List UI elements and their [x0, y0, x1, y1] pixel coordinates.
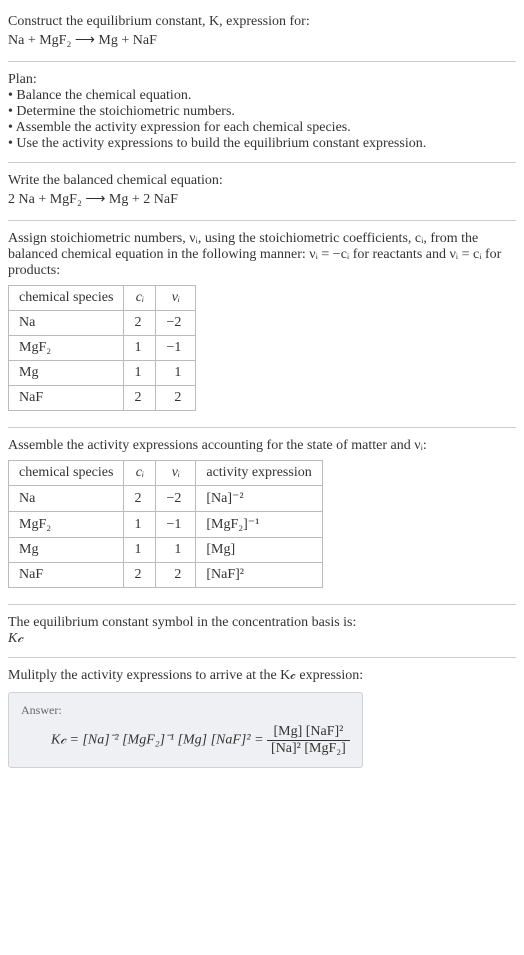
col-vi: νᵢ	[156, 286, 196, 311]
divider	[8, 220, 516, 221]
stoich-table: chemical species cᵢ νᵢ Na 2 −2 MgF₂ 1 −1…	[8, 285, 196, 411]
col-ci: cᵢ	[124, 286, 156, 311]
cell-species: NaF	[9, 563, 124, 588]
cell-vi: −1	[156, 336, 196, 361]
table-header-row: chemical species cᵢ νᵢ	[9, 286, 196, 311]
cell-vi: −2	[156, 486, 196, 512]
cell-activity: [Na]⁻²	[196, 486, 322, 512]
plan-item: • Determine the stoichiometric numbers.	[8, 104, 516, 120]
activity-table: chemical species cᵢ νᵢ activity expressi…	[8, 460, 323, 588]
divider	[8, 657, 516, 658]
cell-vi: 1	[156, 538, 196, 563]
cell-species: Mg	[9, 361, 124, 386]
plan-section: Plan: • Balance the chemical equation. •…	[8, 66, 516, 158]
table-row: NaF 2 2 [NaF]²	[9, 563, 323, 588]
divider	[8, 162, 516, 163]
stoich-section: Assign stoichiometric numbers, νᵢ, using…	[8, 225, 516, 423]
header-section: Construct the equilibrium constant, K, e…	[8, 8, 516, 57]
kc-expression: K𝒸 = [Na]⁻² [MgF₂]⁻¹ [Mg] [NaF]² = [Mg] …	[21, 724, 350, 757]
cell-ci: 1	[124, 361, 156, 386]
table-row: Mg 1 1	[9, 361, 196, 386]
table-row: MgF₂ 1 −1 [MgF₂]⁻¹	[9, 512, 323, 538]
cell-vi: 2	[156, 563, 196, 588]
cell-vi: −1	[156, 512, 196, 538]
cell-activity: [NaF]²	[196, 563, 322, 588]
cell-ci: 1	[124, 512, 156, 538]
cell-species: Mg	[9, 538, 124, 563]
kc-symbol-section: The equilibrium constant symbol in the c…	[8, 609, 516, 653]
cell-ci: 2	[124, 386, 156, 411]
cell-vi: −2	[156, 311, 196, 336]
col-activity: activity expression	[196, 461, 322, 486]
cell-species: MgF₂	[9, 336, 124, 361]
activity-intro: Assemble the activity expressions accoun…	[8, 438, 516, 454]
cell-ci: 2	[124, 486, 156, 512]
balanced-equation: 2 Na + MgF₂ ⟶ Mg + 2 NaF	[8, 189, 516, 210]
table-header-row: chemical species cᵢ νᵢ activity expressi…	[9, 461, 323, 486]
unbalanced-equation: Na + MgF₂ ⟶ Mg + NaF	[8, 30, 516, 51]
plan-item: • Assemble the activity expression for e…	[8, 120, 516, 136]
cell-ci: 1	[124, 336, 156, 361]
activity-section: Assemble the activity expressions accoun…	[8, 432, 516, 600]
balanced-title: Write the balanced chemical equation:	[8, 173, 516, 189]
col-ci: cᵢ	[124, 461, 156, 486]
divider	[8, 427, 516, 428]
table-row: NaF 2 2	[9, 386, 196, 411]
table-row: MgF₂ 1 −1	[9, 336, 196, 361]
plan-item: • Balance the chemical equation.	[8, 88, 516, 104]
table-row: Na 2 −2 [Na]⁻²	[9, 486, 323, 512]
kc-symbol: K𝒸	[8, 631, 516, 647]
cell-ci: 2	[124, 563, 156, 588]
kc-intro: The equilibrium constant symbol in the c…	[8, 615, 516, 631]
table-row: Mg 1 1 [Mg]	[9, 538, 323, 563]
kc-lhs: K𝒸 = [Na]⁻² [MgF₂]⁻¹ [Mg] [NaF]² =	[51, 733, 267, 748]
fraction-numerator: [Mg] [NaF]²	[267, 724, 350, 741]
page-title: Construct the equilibrium constant, K, e…	[8, 14, 516, 30]
cell-vi: 2	[156, 386, 196, 411]
cell-ci: 2	[124, 311, 156, 336]
fraction-denominator: [Na]² [MgF₂]	[267, 741, 350, 757]
stoich-intro: Assign stoichiometric numbers, νᵢ, using…	[8, 231, 516, 279]
divider	[8, 61, 516, 62]
cell-species: MgF₂	[9, 512, 124, 538]
answer-box: Answer: K𝒸 = [Na]⁻² [MgF₂]⁻¹ [Mg] [NaF]²…	[8, 692, 363, 768]
plan-item: • Use the activity expressions to build …	[8, 136, 516, 152]
col-vi: νᵢ	[156, 461, 196, 486]
col-species: chemical species	[9, 286, 124, 311]
divider	[8, 604, 516, 605]
multiply-intro: Mulitply the activity expressions to arr…	[8, 668, 516, 684]
cell-species: NaF	[9, 386, 124, 411]
cell-species: Na	[9, 486, 124, 512]
multiply-section: Mulitply the activity expressions to arr…	[8, 662, 516, 782]
cell-activity: [Mg]	[196, 538, 322, 563]
balanced-section: Write the balanced chemical equation: 2 …	[8, 167, 516, 216]
table-row: Na 2 −2	[9, 311, 196, 336]
cell-ci: 1	[124, 538, 156, 563]
answer-label: Answer:	[21, 703, 350, 718]
cell-species: Na	[9, 311, 124, 336]
cell-vi: 1	[156, 361, 196, 386]
kc-fraction: [Mg] [NaF]² [Na]² [MgF₂]	[267, 724, 350, 757]
plan-title: Plan:	[8, 72, 516, 88]
col-species: chemical species	[9, 461, 124, 486]
cell-activity: [MgF₂]⁻¹	[196, 512, 322, 538]
